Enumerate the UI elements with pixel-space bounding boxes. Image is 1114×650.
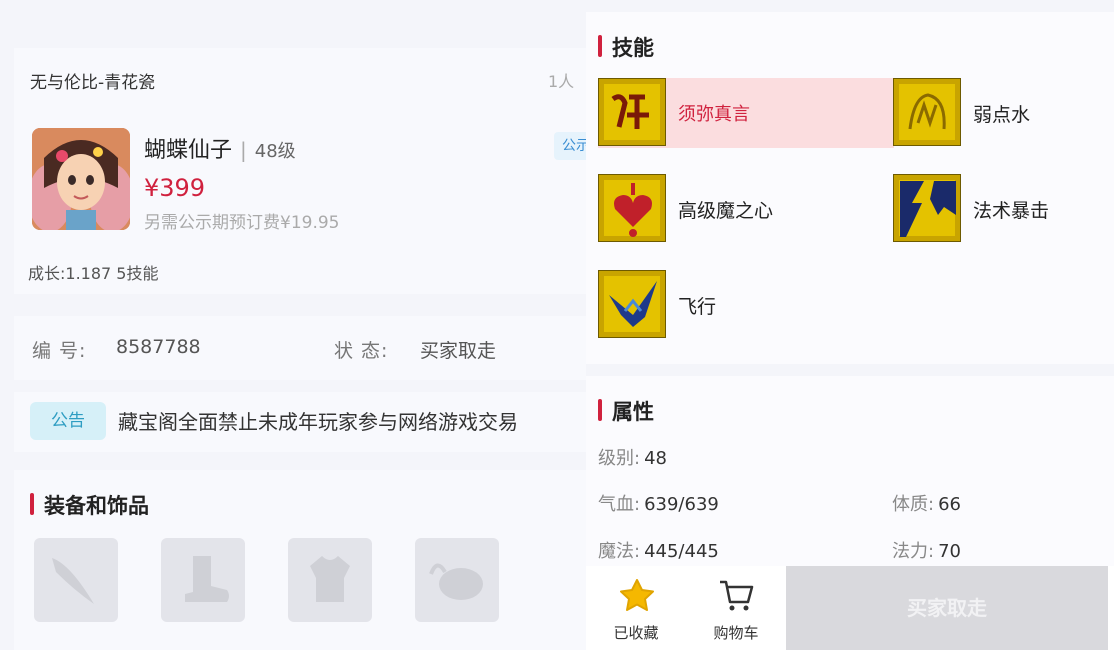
attr-level: 级别: 48 — [598, 444, 667, 470]
attributes-title: 属性 — [598, 396, 654, 426]
attr-mp: 魔法: 445/445 — [598, 537, 719, 563]
attr-label: 气血: — [598, 494, 641, 515]
accessory-slot-icon — [429, 563, 483, 600]
attr-value: 639/639 — [644, 494, 719, 515]
equipment-section: 装备和饰品 — [14, 470, 586, 650]
cart-label: 购物车 — [713, 624, 759, 642]
attr-label: 魔法: — [598, 541, 641, 562]
skill-item-spell-crit[interactable]: 法术暴击 — [893, 174, 1114, 244]
favorite-label: 已收藏 — [613, 624, 659, 642]
equipment-slot-boots[interactable] — [161, 538, 245, 622]
armor-slot-icon — [310, 556, 350, 602]
status-label: 状 态: — [334, 340, 389, 362]
buy-label: 买家取走 — [907, 596, 987, 620]
title-separator: | — [240, 138, 247, 162]
attr-label: 法力: — [892, 541, 935, 562]
notice-bar[interactable]: 公告 藏宝阁全面禁止未成年玩家参与网络游戏交易 — [14, 392, 586, 452]
flight-icon — [598, 270, 666, 338]
skill-item-water-weakness[interactable]: 弱点水 — [893, 78, 1114, 148]
pet-name: 蝴蝶仙子 — [144, 138, 233, 163]
id-status-row: 编 号: 8587788 状 态: 买家取走 — [14, 316, 586, 380]
boots-slot-icon — [185, 556, 229, 602]
skill-name: 高级魔之心 — [678, 200, 774, 222]
id-label: 编 号: — [32, 340, 87, 362]
spell-crit-icon — [893, 174, 961, 242]
skills-section: 技能 须弥真言 弱点水 高级魔之心 法术暴击 飞行 — [586, 12, 1114, 364]
attr-value: 66 — [938, 494, 961, 515]
attr-value: 70 — [938, 541, 961, 562]
growth-summary: 成长:1.187 5技能 — [28, 264, 159, 283]
action-bar: 已收藏 购物车 买家取走 — [586, 566, 1114, 650]
pet-title-line: 蝴蝶仙子 | 48级 — [144, 132, 296, 164]
attr-label: 级别: — [598, 448, 641, 469]
price: ¥399 — [144, 174, 206, 202]
skill-item-magic-heart[interactable]: 高级魔之心 — [598, 174, 894, 244]
water-weakness-icon — [893, 78, 961, 146]
attr-label: 体质: — [892, 494, 935, 515]
pet-avatar[interactable] — [32, 128, 130, 230]
attr-magic-power: 法力: 70 — [892, 537, 961, 563]
skill-name: 弱点水 — [973, 104, 1031, 126]
sumeru-mantra-icon — [598, 78, 666, 146]
skill-name: 法术暴击 — [973, 200, 1050, 222]
skill-name: 须弥真言 — [678, 104, 750, 125]
attr-hp: 气血: 639/639 — [598, 490, 719, 516]
equipment-slot-armor[interactable] — [288, 538, 372, 622]
pet-level: 48级 — [254, 141, 296, 162]
id-value: 8587788 — [116, 336, 201, 358]
skill-item-flight[interactable]: 飞行 — [598, 270, 894, 340]
weapon-slot-icon — [52, 558, 94, 604]
shopping-cart-icon — [720, 580, 754, 611]
status-value: 买家取走 — [420, 340, 497, 362]
equipment-title: 装备和饰品 — [30, 490, 149, 520]
notice-badge: 公告 — [30, 402, 106, 440]
attr-constitution: 体质: 66 — [892, 490, 961, 516]
publicity-fee-note: 另需公示期预订费¥19.95 — [144, 213, 340, 233]
skill-item-sumeru-mantra[interactable]: 须弥真言 — [598, 78, 894, 148]
skill-name: 飞行 — [678, 296, 717, 318]
attr-value: 445/445 — [644, 541, 719, 562]
attr-value: 48 — [644, 448, 667, 469]
magic-heart-icon — [598, 174, 666, 242]
skills-title: 技能 — [598, 32, 654, 62]
notice-text[interactable]: 藏宝阁全面禁止未成年玩家参与网络游戏交易 — [118, 406, 518, 435]
favorite-button[interactable]: 已收藏 — [586, 566, 686, 650]
star-icon — [620, 579, 654, 611]
cart-button[interactable]: 购物车 — [686, 566, 786, 650]
buy-button[interactable]: 买家取走 — [786, 566, 1108, 650]
butterfly-fairy-portrait-icon — [32, 128, 130, 230]
equipment-slot-weapon[interactable] — [34, 538, 118, 622]
equipment-slot-accessory[interactable] — [415, 538, 499, 622]
server-name: 无与伦比-青花瓷 — [30, 73, 156, 93]
viewer-count: 1人 — [548, 72, 575, 91]
listing-card: 无与伦比-青花瓷 1人 蝴蝶仙子 | 48级 ¥399 另需公示期预订费¥19.95… — [14, 48, 594, 294]
